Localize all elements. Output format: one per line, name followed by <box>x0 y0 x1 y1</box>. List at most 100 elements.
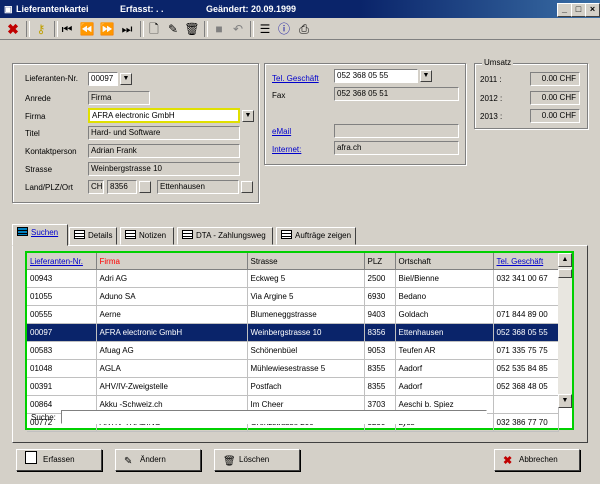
column-header[interactable]: Ortschaft <box>395 253 494 270</box>
table-cell: Biel/Bienne <box>395 269 494 288</box>
list-icon[interactable]: ☰ <box>256 20 274 38</box>
next-record-icon[interactable]: ⏩ <box>98 20 116 38</box>
search-label: Suche: <box>31 413 56 422</box>
previous-record-icon[interactable]: ⏪ <box>78 20 96 38</box>
table-row[interactable]: 00583 Afuag AG Schönenbüel 9053 Teufen AR 071… <box>27 341 559 360</box>
toolbar: ✖ ⚷ ⏮ ⏪ ⏩ ⏭ 🗋 ✎ 🗑 ■ ↶ ☰ ⓘ ⎙ <box>0 18 600 40</box>
payment-icon <box>182 230 193 239</box>
window-icon: ▣ <box>4 4 13 14</box>
table-cell: Postfach <box>247 377 365 396</box>
grid-icon <box>17 227 28 236</box>
table-cell: 8355 <box>364 377 396 396</box>
tab-suchen[interactable]: Suchen <box>12 224 68 246</box>
plz-field[interactable]: 8356 <box>107 180 137 194</box>
firma-field[interactable]: AFRA electronic GmbH <box>88 108 240 123</box>
new-document-icon[interactable]: 🗋 <box>145 20 163 38</box>
table-row[interactable]: 01048 AGLA Mühlewiesestrasse 5 8355 Aadorf 05… <box>27 359 559 378</box>
table-cell: 00391 <box>27 377 97 396</box>
tab-dta-zahlungsweg[interactable]: DTA - Zahlungsweg <box>177 227 273 245</box>
tab-auftraege-zeigen[interactable]: Aufträge zeigen <box>276 227 356 245</box>
undo-icon[interactable]: ↶ <box>229 20 247 38</box>
table-row[interactable]: 00943 Adri AG Eckweg 5 2500 Biel/Bienne 032 3… <box>27 269 559 288</box>
table-cell: Schönenbüel <box>247 341 365 360</box>
titel-field[interactable]: Hard- und Software <box>88 126 240 140</box>
email-field[interactable] <box>334 124 459 138</box>
internet-link[interactable]: Internet: <box>272 145 301 154</box>
land-field[interactable]: CH <box>88 180 104 194</box>
table-cell: 00943 <box>27 269 97 288</box>
lieferanten-nr-field[interactable]: 00097 <box>88 72 118 86</box>
plz-lookup-button[interactable] <box>139 181 151 193</box>
ort-lookup-button[interactable] <box>241 181 253 193</box>
fax-field[interactable]: 052 368 05 51 <box>334 87 459 101</box>
column-header[interactable]: PLZ <box>364 253 396 270</box>
table-row[interactable]: 00555 Aerne Blumeneggstrasse 9403 Goldach 071… <box>27 305 559 324</box>
column-header[interactable]: Firma <box>96 253 248 270</box>
table-row[interactable]: 01055 Aduno SA Via Argine 5 6930 Bedano <box>27 287 559 306</box>
tab-details[interactable]: Details <box>69 227 117 245</box>
kontaktperson-field[interactable]: Adrian Frank <box>88 144 240 158</box>
supplier-table: Lieferanten-Nr. Firma Strasse PLZ Ortschaft T… <box>27 253 559 432</box>
table-cell: Weinbergstrasse 10 <box>247 323 365 342</box>
table-cell: 6930 <box>364 287 396 306</box>
umsatz-year-2011: 2011 : <box>480 75 502 84</box>
chevron-down-icon[interactable]: ▼ <box>242 110 254 122</box>
loeschen-button[interactable]: 🗑 Löschen <box>214 449 300 471</box>
table-row[interactable]: 00097 AFRA electronic GmbH Weinbergstrasse… <box>27 323 559 342</box>
email-link[interactable]: eMail <box>272 127 291 136</box>
table-cell: 00583 <box>27 341 97 360</box>
search-input[interactable] <box>61 410 487 424</box>
chevron-down-icon[interactable]: ▼ <box>120 73 132 85</box>
aendern-button[interactable]: ✎ Ändern <box>115 449 201 471</box>
geaendert-label: Geändert: 20.09.1999 <box>206 4 297 14</box>
info-icon[interactable]: ⓘ <box>275 20 293 38</box>
table-cell: 052 368 05 55 <box>493 323 559 342</box>
delete-icon: 🗑 <box>223 456 236 467</box>
tel-geschaeft-link[interactable]: Tel. Geschäft <box>272 74 319 83</box>
column-header[interactable]: Strasse <box>247 253 365 270</box>
strasse-label: Strasse <box>25 165 53 174</box>
ort-field[interactable]: Ettenhausen <box>157 180 239 194</box>
maximize-icon[interactable]: □ <box>571 3 586 17</box>
table-cell: 9053 <box>364 341 396 360</box>
cancel-icon[interactable]: ✖ <box>4 20 22 38</box>
table-cell: 01048 <box>27 359 97 378</box>
chevron-down-icon[interactable]: ▼ <box>420 70 432 82</box>
scroll-up-icon[interactable]: ▲ <box>558 253 572 267</box>
scroll-thumb[interactable] <box>558 269 572 278</box>
key-icon[interactable]: ⚷ <box>32 20 50 38</box>
printer-icon[interactable]: ⎙ <box>295 20 313 38</box>
last-record-icon[interactable]: ⏭ <box>118 20 136 38</box>
tel-field[interactable]: 052 368 05 55 <box>334 69 418 83</box>
strasse-field[interactable]: Weinbergstrasse 10 <box>88 162 240 176</box>
column-header[interactable]: Lieferanten-Nr. <box>27 253 97 270</box>
column-header[interactable]: Tel. Geschäft <box>493 253 559 270</box>
cancel-icon: ✖ <box>503 455 513 467</box>
anrede-label: Anrede <box>25 94 51 103</box>
internet-field[interactable]: afra.ch <box>334 141 459 155</box>
table-cell: Adri AG <box>96 269 248 288</box>
umsatz-year-2013: 2013 : <box>480 112 503 121</box>
fax-label: Fax <box>272 91 286 100</box>
table-cell: 052 368 48 05 <box>493 377 559 396</box>
titel-label: Titel <box>25 129 40 138</box>
close-icon[interactable]: × <box>585 3 600 17</box>
save-icon[interactable]: ■ <box>210 20 228 38</box>
first-record-icon[interactable]: ⏮ <box>58 20 76 38</box>
minimize-icon[interactable]: _ <box>557 3 572 17</box>
table-cell: 052 535 84 85 <box>493 359 559 378</box>
table-cell: Blumeneggstrasse <box>247 305 365 324</box>
table-row[interactable]: 00391 AHV/IV-Zweigstelle Postfach 8355 Aador… <box>27 377 559 396</box>
table-cell: AHV/IV-Zweigstelle <box>96 377 248 396</box>
scroll-down-icon[interactable]: ▼ <box>558 394 572 408</box>
abbrechen-button[interactable]: ✖ Abbrechen <box>494 449 580 471</box>
table-cell: Ettenhausen <box>395 323 494 342</box>
edit-icon[interactable]: ✎ <box>164 20 182 38</box>
erfassen-button[interactable]: Erfassen <box>16 449 102 471</box>
delete-icon[interactable]: 🗑 <box>183 20 201 38</box>
anrede-field[interactable]: Firma <box>88 91 150 105</box>
table-cell: 00097 <box>27 323 97 342</box>
tab-notizen[interactable]: Notizen <box>120 227 174 245</box>
grid-scrollbar[interactable]: ▲ ▼ <box>558 253 572 408</box>
table-cell: 032 341 00 67 <box>493 269 559 288</box>
